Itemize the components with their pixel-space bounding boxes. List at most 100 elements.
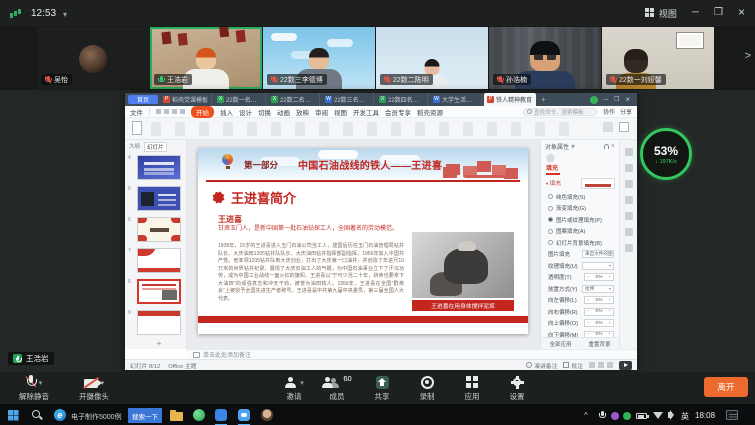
settings-button[interactable]: 设置 <box>495 375 539 402</box>
new-tab-icon[interactable] <box>538 95 549 104</box>
slide-thumb[interactable]: 7 <box>125 246 187 277</box>
file-menu[interactable]: 文件 <box>130 107 143 117</box>
browser-app-icon[interactable] <box>193 409 205 421</box>
search-now-button[interactable]: 搜索一下 <box>128 408 162 423</box>
tray-app-icon[interactable] <box>611 412 619 420</box>
tab-slides[interactable]: 幻灯片 <box>144 142 167 152</box>
texture-fill-select[interactable] <box>582 262 614 270</box>
minimize-button[interactable] <box>692 8 699 18</box>
slide-thumb[interactable]: 9 <box>125 308 187 339</box>
unmute-button[interactable]: 解除静音 <box>6 375 62 402</box>
news-widget-label[interactable]: 电子制作5000例 <box>71 412 122 422</box>
speaker-notes-button[interactable]: 演讲备注 <box>526 361 557 370</box>
offset-up-stepper[interactable]: 0% <box>584 319 614 327</box>
wps-account-avatar[interactable] <box>590 96 598 104</box>
share-button[interactable]: 分享 <box>620 107 632 116</box>
ribbon-tab-home[interactable]: 开始 <box>191 106 214 118</box>
strip-next-arrow[interactable] <box>745 50 751 62</box>
ribbon-tab-devtools[interactable]: 开发工具 <box>353 107 379 117</box>
reset-background-button[interactable]: 重置背景 <box>588 340 610 348</box>
radio-icon[interactable] <box>548 194 553 199</box>
wps-close-button[interactable] <box>625 95 630 104</box>
notification-center-icon[interactable] <box>726 410 738 420</box>
pinned-app-icon[interactable] <box>215 409 227 421</box>
edge-browser-icon[interactable] <box>54 409 66 421</box>
taskbar-clock[interactable]: 18:08 <box>695 411 715 420</box>
select-tool-icon[interactable] <box>619 122 629 132</box>
quick-access-icons[interactable] <box>156 109 161 114</box>
collab-button[interactable]: 协作 <box>603 107 615 116</box>
participant-tile[interactable]: 孙浩楠 <box>489 27 601 89</box>
share-screen-button[interactable]: 共享 <box>360 375 404 402</box>
offset-left-stepper[interactable]: 0% <box>584 296 614 304</box>
wps-doc-tab[interactable]: X22数二名单.xlsx <box>268 93 320 106</box>
fill-option[interactable]: 纯色填充(S) <box>548 193 619 201</box>
wifi-icon[interactable] <box>653 412 663 419</box>
slide-thumb[interactable]: 5 <box>125 184 187 215</box>
participant-tile[interactable]: 22数一刘娅馨 <box>602 27 714 89</box>
participant-tile[interactable]: 吴怡 <box>37 27 149 89</box>
meeting-app-icon[interactable] <box>238 409 250 421</box>
transparency-stepper[interactable]: 0% <box>584 273 614 281</box>
slide-thumb-selected[interactable]: 8 <box>125 277 187 308</box>
radio-icon[interactable] <box>548 229 553 234</box>
ribbon-tab-docer[interactable]: 稻壳资源 <box>417 107 443 117</box>
paste-icon[interactable] <box>132 121 142 135</box>
ribbon-toolbar[interactable] <box>125 118 637 140</box>
radio-icon[interactable] <box>548 206 553 211</box>
slide-canvas[interactable]: 第一部分 中国石油战线的铁人——王进喜 王进喜简介 王进喜 甘肃玉门人，是新中国… <box>198 148 528 334</box>
chevron-down-icon[interactable] <box>571 142 575 151</box>
ribbon-tools[interactable] <box>151 122 573 136</box>
wps-doc-tab[interactable]: X22数四名单.xlsx <box>376 93 428 106</box>
fill-option-selected[interactable]: 图片或纹理填充(P) <box>548 216 619 224</box>
file-explorer-icon[interactable] <box>170 412 183 421</box>
invite-button[interactable]: 邀请 <box>272 375 316 402</box>
panel-close-icon[interactable] <box>611 143 615 150</box>
participant-tile[interactable]: 22数二陈明 <box>376 27 488 89</box>
battery-icon[interactable] <box>636 413 647 419</box>
ribbon-tab-review[interactable]: 审阅 <box>315 107 328 117</box>
wps-doc-tab-active[interactable]: P铁人精神教育 <box>484 93 536 106</box>
ribbon-tab-member[interactable]: 会员专享 <box>385 107 411 117</box>
wps-restore-button[interactable] <box>614 96 619 103</box>
fill-tab[interactable]: 填充 <box>546 163 560 175</box>
maximize-button[interactable] <box>714 8 723 18</box>
tray-mic-icon[interactable] <box>599 411 605 419</box>
start-button[interactable] <box>8 410 18 420</box>
radio-icon[interactable] <box>548 240 553 245</box>
wps-doc-tab[interactable]: W大学生活动通知.docx <box>430 93 482 106</box>
ribbon-tab-insert[interactable]: 插入 <box>220 107 233 117</box>
participant-tile[interactable]: 22数三李德博 <box>263 27 375 89</box>
ribbon-tab-design[interactable]: 设计 <box>239 107 252 117</box>
chevron-down-icon[interactable] <box>63 4 67 22</box>
close-button[interactable] <box>738 7 745 19</box>
offset-right-stepper[interactable]: 0% <box>584 308 614 316</box>
fill-option[interactable]: 图案填充(A) <box>548 227 619 235</box>
ribbon-tab-slideshow[interactable]: 放映 <box>296 107 309 117</box>
view-button[interactable]: 视图 <box>645 7 677 20</box>
new-slide-icon[interactable] <box>137 339 181 348</box>
camera-on-button[interactable]: 开摄像头 <box>64 375 124 402</box>
placement-select[interactable]: 拉伸 <box>582 285 614 293</box>
speaker-icon[interactable] <box>668 412 672 418</box>
picture-fill-select[interactable]: 来自文件的图片 <box>582 250 614 258</box>
leave-meeting-button[interactable]: 离开 <box>704 377 748 397</box>
notes-bar[interactable]: 单击此处添加备注 <box>187 349 637 359</box>
chevron-down-icon[interactable] <box>39 378 43 387</box>
apps-button[interactable]: 应用 <box>450 375 494 402</box>
wps-doc-tab[interactable]: W22数三名单.docx <box>322 93 374 106</box>
comments-button[interactable]: 批注 <box>563 361 583 370</box>
radio-selected-icon[interactable] <box>548 217 553 222</box>
tray-security-icon[interactable] <box>623 412 631 420</box>
apply-all-button[interactable]: 全部应用 <box>549 340 571 348</box>
user-avatar-icon[interactable] <box>261 409 273 421</box>
fill-option[interactable]: 幻灯片背景填充(B) <box>548 239 619 247</box>
members-button[interactable]: 60 成员 <box>315 375 359 402</box>
wps-home-tab[interactable]: 首页 <box>128 95 158 104</box>
side-tool-strip[interactable] <box>619 140 637 349</box>
wps-minimize-button[interactable] <box>604 97 608 103</box>
record-button[interactable]: 录制 <box>405 375 449 402</box>
wps-doc-tab[interactable]: X22数一名单.xlsx <box>214 93 266 106</box>
participant-tile-active-speaker[interactable]: 王浩岩 <box>150 27 262 89</box>
view-mode-icons[interactable] <box>589 362 595 368</box>
